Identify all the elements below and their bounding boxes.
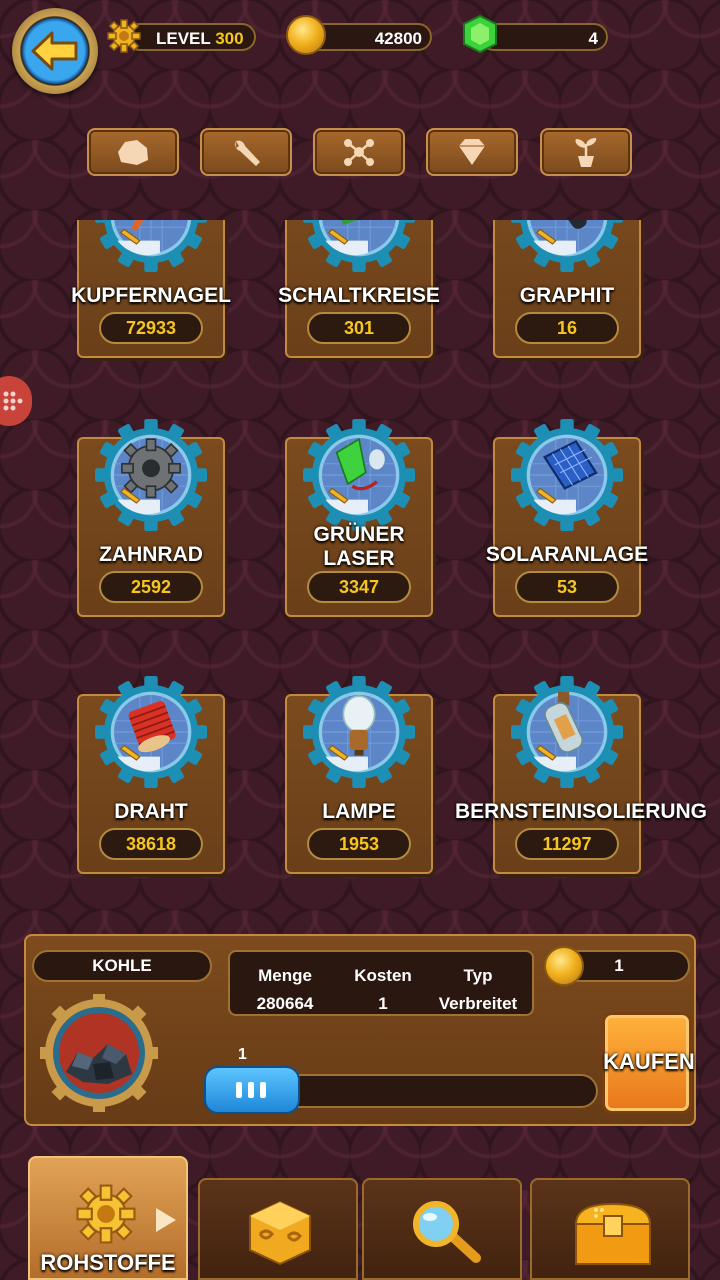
- arrow-left-icon: [31, 31, 78, 71]
- item-card[interactable]: GRAPHIT 16: [493, 220, 641, 358]
- item-card[interactable]: KUPFERNAGEL 72933: [71, 220, 231, 358]
- gems-value: 4: [588, 29, 598, 48]
- quantity-value: 1: [238, 1046, 247, 1063]
- cost-value: 1: [378, 994, 388, 1013]
- grid-dots-icon: [3, 391, 23, 411]
- type-value: Verbreitet: [438, 994, 518, 1013]
- magnifier-icon: [413, 1201, 481, 1263]
- resource-panel: KOHLE Menge 280664 Kosten 1 Typ Verbreit…: [24, 934, 696, 1126]
- amber-bottle-icon: [511, 676, 623, 788]
- category-tab-plants[interactable]: [540, 128, 632, 176]
- play-arrow-icon: [156, 1208, 176, 1232]
- nav-tab-dice[interactable]: [198, 1178, 358, 1280]
- molecule-icon: [344, 139, 374, 166]
- item-card[interactable]: GRÜNER LASER 3347: [285, 419, 433, 617]
- coin-icon: [544, 946, 584, 986]
- coal-badge: [40, 994, 158, 1112]
- rock-icon: [118, 140, 148, 165]
- item-name: ZAHNRAD: [99, 543, 203, 566]
- item-card[interactable]: LAMPE 1953: [285, 676, 433, 874]
- circuit-board-icon: [303, 220, 415, 272]
- item-name: BERNSTEINISOLIERUNG: [455, 800, 708, 823]
- item-card[interactable]: BERNSTEINISOLIERUNG 11297: [455, 676, 707, 874]
- copper-nail-icon: [95, 220, 207, 272]
- wrench-icon: [235, 140, 260, 166]
- item-count: 1953: [307, 828, 411, 860]
- amount-value: 280664: [256, 994, 314, 1013]
- item-name: SCHALTKREISE: [278, 284, 440, 307]
- level-value: 300: [215, 29, 244, 48]
- item-count: 38618: [99, 828, 203, 860]
- coins-value: 42800: [374, 29, 422, 48]
- gear-wheel-icon: [95, 419, 207, 531]
- item-name: KUPFERNAGEL: [71, 284, 231, 307]
- nav-tab-label: ROHSTOFFE: [40, 1250, 176, 1275]
- category-tab-raw[interactable]: [87, 128, 179, 176]
- item-count: 3347: [307, 571, 411, 603]
- nav-tab-search[interactable]: [362, 1178, 522, 1280]
- item-count: 11297: [515, 828, 619, 860]
- solar-panel-icon: [511, 419, 623, 531]
- coin-icon: [286, 15, 326, 55]
- back-button[interactable]: [12, 8, 98, 94]
- resource-name: KOHLE: [32, 950, 212, 982]
- wire-spool-icon: [95, 676, 207, 788]
- gear-icon: [76, 1184, 136, 1244]
- buy-button[interactable]: KAUFEN: [602, 1012, 695, 1114]
- category-tab-chemistry[interactable]: [313, 128, 405, 176]
- item-card[interactable]: SCHALTKREISE 301: [278, 220, 440, 358]
- category-tab-gems[interactable]: [426, 128, 518, 176]
- item-grid: KUPFERNAGEL 72933 SCHALTKREISE 301 GRAPHIT 16…: [0, 220, 720, 920]
- slider-handle[interactable]: [204, 1066, 300, 1114]
- level-label: LEVEL: [156, 29, 211, 48]
- cost-label: Kosten: [354, 966, 412, 985]
- emerald-icon: [463, 14, 497, 54]
- item-name: GRAPHIT: [519, 284, 615, 307]
- price-value: 1: [614, 956, 624, 975]
- dice-icon: [249, 1200, 311, 1266]
- item-name: GRÜNER LASER: [313, 523, 405, 570]
- plant-icon: [575, 138, 597, 167]
- item-name: DRAHT: [114, 800, 188, 823]
- item-count: 16: [515, 312, 619, 344]
- graphite-icon: [511, 220, 623, 272]
- green-laser-icon: [303, 419, 415, 531]
- category-tab-tools[interactable]: [200, 128, 292, 176]
- item-card[interactable]: DRAHT 38618: [77, 676, 225, 874]
- item-name: SOLARANLAGE: [485, 543, 649, 566]
- amount-label: Menge: [258, 966, 312, 985]
- diamond-icon: [459, 139, 485, 165]
- item-count: 2592: [99, 571, 203, 603]
- item-card[interactable]: ZAHNRAD 2592: [77, 419, 225, 617]
- lamp-icon: [303, 676, 415, 788]
- resource-stats: Menge 280664 Kosten 1 Typ Verbreitet: [228, 950, 534, 1016]
- nav-tab-chest[interactable]: [530, 1178, 690, 1280]
- item-name: LAMPE: [322, 800, 396, 823]
- item-count: 301: [307, 312, 411, 344]
- gear-icon: [107, 19, 141, 53]
- item-count: 72933: [99, 312, 203, 344]
- buy-label: KAUFEN: [603, 1049, 695, 1074]
- treasure-chest-icon: [574, 1202, 652, 1265]
- nav-tab-raw-materials[interactable]: ROHSTOFFE: [28, 1156, 188, 1280]
- level-display: LEVEL 300: [126, 23, 256, 51]
- item-count: 53: [515, 571, 619, 603]
- item-card[interactable]: SOLARANLAGE 53: [486, 419, 648, 617]
- type-label: Typ: [463, 966, 493, 985]
